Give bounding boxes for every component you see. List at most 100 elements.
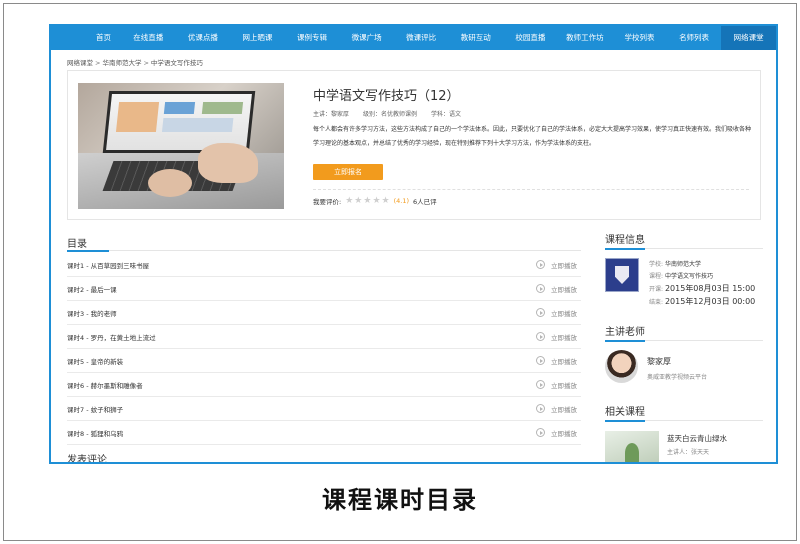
related-underline	[605, 420, 763, 422]
lesson-row[interactable]: 课时6 - 赫尔墨斯和雕像者 立即播放	[67, 373, 581, 397]
course-title: 中学语文写作技巧（12）	[313, 89, 460, 104]
teacher-underline	[605, 340, 763, 342]
play-label[interactable]: 立即播放	[551, 380, 577, 390]
star-icon[interactable]: ★	[382, 196, 390, 206]
play-label[interactable]: 立即播放	[551, 356, 577, 366]
nav-item-microlesson-contest[interactable]: 微课评比	[394, 26, 449, 50]
play-icon[interactable]	[536, 404, 545, 413]
lesson-row[interactable]: 课时1 - 从百草园到三味书屋 立即播放	[67, 253, 581, 277]
related-heading: 相关课程	[605, 407, 645, 418]
school-label: 学校:	[649, 261, 664, 268]
play-icon[interactable]	[536, 284, 545, 293]
nav-item-research[interactable]: 教研互动	[448, 26, 503, 50]
breadcrumb: 网络课堂 > 华南师范大学 > 中学语文写作技巧	[67, 57, 203, 67]
figure-caption: 课程课时目录	[322, 485, 478, 514]
course-teacher: 主讲：黎家厚	[313, 111, 350, 118]
play-icon[interactable]	[536, 356, 545, 365]
lesson-row[interactable]: 课时7 - 蚊子和狮子 立即播放	[67, 397, 581, 421]
star-icon[interactable]: ★	[372, 196, 380, 206]
nav-item-online-class[interactable]: 网络课堂	[721, 26, 776, 50]
lesson-title[interactable]: 课时4 - 罗丹，在黄土地上流过	[67, 332, 156, 342]
play-action[interactable]: 立即播放	[536, 428, 581, 438]
top-nav: 首页 在线直播 优课点播 网上晒课 课例专辑 微课广场 微课评比 教研互动 校园…	[51, 26, 776, 50]
enroll-button[interactable]: 立即报名	[313, 164, 383, 180]
play-action[interactable]: 立即播放	[536, 308, 581, 318]
play-icon[interactable]	[536, 380, 545, 389]
play-label[interactable]: 立即播放	[551, 284, 577, 294]
play-action[interactable]: 立即播放	[536, 404, 581, 414]
rating-stars: ★ ★ ★ ★ ★	[345, 196, 390, 206]
nav-item-share-lessons[interactable]: 网上晒课	[230, 26, 285, 50]
lesson-title[interactable]: 课时5 - 皇帝的新装	[67, 356, 123, 366]
nav-item-teacher-list[interactable]: 名师列表	[667, 26, 722, 50]
toc-underline	[67, 250, 581, 252]
play-action[interactable]: 立即播放	[536, 332, 581, 342]
lesson-title[interactable]: 课时6 - 赫尔墨斯和雕像者	[67, 380, 143, 390]
nav-item-lesson-albums[interactable]: 课例专辑	[285, 26, 340, 50]
play-label[interactable]: 立即播放	[551, 404, 577, 414]
teacher-heading: 主讲老师	[605, 327, 645, 338]
course-value: 中学语文写作技巧	[664, 273, 713, 280]
nav-item-home[interactable]: 首页	[51, 26, 121, 50]
lesson-row[interactable]: 课时5 - 皇帝的新装 立即播放	[67, 349, 581, 373]
nav-item-microlesson-square[interactable]: 微课广场	[339, 26, 394, 50]
teacher-name[interactable]: 黎家厚	[647, 356, 671, 367]
start-value: 2015年08月03日 15:00	[664, 284, 756, 293]
nav-item-teacher-workshop[interactable]: 教师工作坊	[558, 26, 613, 50]
lesson-title[interactable]: 课时2 - 最后一课	[67, 284, 117, 294]
breadcrumb-online-class[interactable]: 网络课堂	[67, 59, 93, 67]
course-info-underline	[605, 248, 763, 250]
play-label[interactable]: 立即播放	[551, 308, 577, 318]
star-icon[interactable]: ★	[363, 196, 371, 206]
lesson-title[interactable]: 课时3 - 我的老师	[67, 308, 117, 318]
course-info-heading: 课程信息	[605, 235, 645, 246]
play-icon[interactable]	[536, 308, 545, 317]
nav-item-campus-live[interactable]: 校园直播	[503, 26, 558, 50]
play-icon[interactable]	[536, 332, 545, 341]
lesson-list: 课时1 - 从百草园到三味书屋 立即播放 课时2 - 最后一课 立即播放 课时3…	[67, 253, 581, 445]
lesson-title[interactable]: 课时8 - 狐狸和乌鸦	[67, 428, 123, 438]
related-course-title[interactable]: 蓝天白云青山绿水	[667, 433, 727, 444]
nav-item-live[interactable]: 在线直播	[121, 26, 176, 50]
nav-item-vod[interactable]: 优课点播	[176, 26, 231, 50]
start-label: 开课:	[649, 286, 664, 293]
course-description: 每个人都会有许多学习方法，这些方法构成了自己的一个学法体系。因此，只要优化了自己…	[313, 126, 752, 147]
course-meta: 主讲：黎家厚 级别：名优教师课例 学科：语文	[313, 109, 461, 118]
course-thumbnail	[78, 83, 284, 209]
breadcrumb-separator: >	[143, 59, 149, 67]
divider	[313, 189, 749, 190]
breadcrumb-course: 中学语文写作技巧	[150, 59, 203, 67]
star-icon[interactable]: ★	[354, 196, 362, 206]
play-action[interactable]: 立即播放	[536, 380, 581, 390]
play-action[interactable]: 立即播放	[536, 260, 581, 270]
lesson-row[interactable]: 课时2 - 最后一课 立即播放	[67, 277, 581, 301]
lesson-title[interactable]: 课时7 - 蚊子和狮子	[67, 404, 123, 414]
school-value: 华南师范大学	[664, 261, 701, 268]
screenshot-frame: 首页 在线直播 优课点播 网上晒课 课例专辑 微课广场 微课评比 教研互动 校园…	[49, 24, 778, 464]
lesson-row[interactable]: 课时8 - 狐狸和乌鸦 立即播放	[67, 421, 581, 445]
play-label[interactable]: 立即播放	[551, 260, 577, 270]
teacher-avatar[interactable]	[605, 350, 638, 383]
rating-score: (4.1)	[393, 197, 410, 205]
breadcrumb-school[interactable]: 华南师范大学	[102, 59, 141, 67]
toc-heading: 目录	[67, 239, 87, 250]
course-subject: 学科：语文	[431, 111, 462, 118]
play-icon[interactable]	[536, 428, 545, 437]
end-label: 结束:	[649, 299, 664, 306]
breadcrumb-separator: >	[95, 59, 101, 67]
play-label[interactable]: 立即播放	[551, 428, 577, 438]
rating-label: 我要评价:	[313, 198, 342, 206]
school-logo	[605, 258, 639, 292]
play-label[interactable]: 立即播放	[551, 332, 577, 342]
play-action[interactable]: 立即播放	[536, 284, 581, 294]
rating-row: 我要评价: ★ ★ ★ ★ ★ (4.1) 6人已评	[313, 196, 437, 206]
star-icon[interactable]: ★	[345, 196, 353, 206]
lesson-row[interactable]: 课时3 - 我的老师 立即播放	[67, 301, 581, 325]
nav-item-school-list[interactable]: 学校列表	[612, 26, 667, 50]
rating-count: 6人已评	[413, 198, 437, 206]
related-course-thumbnail[interactable]	[605, 431, 659, 462]
play-action[interactable]: 立即播放	[536, 356, 581, 366]
lesson-title[interactable]: 课时1 - 从百草园到三味书屋	[67, 260, 149, 270]
play-icon[interactable]	[536, 260, 545, 269]
lesson-row[interactable]: 课时4 - 罗丹，在黄土地上流过 立即播放	[67, 325, 581, 349]
